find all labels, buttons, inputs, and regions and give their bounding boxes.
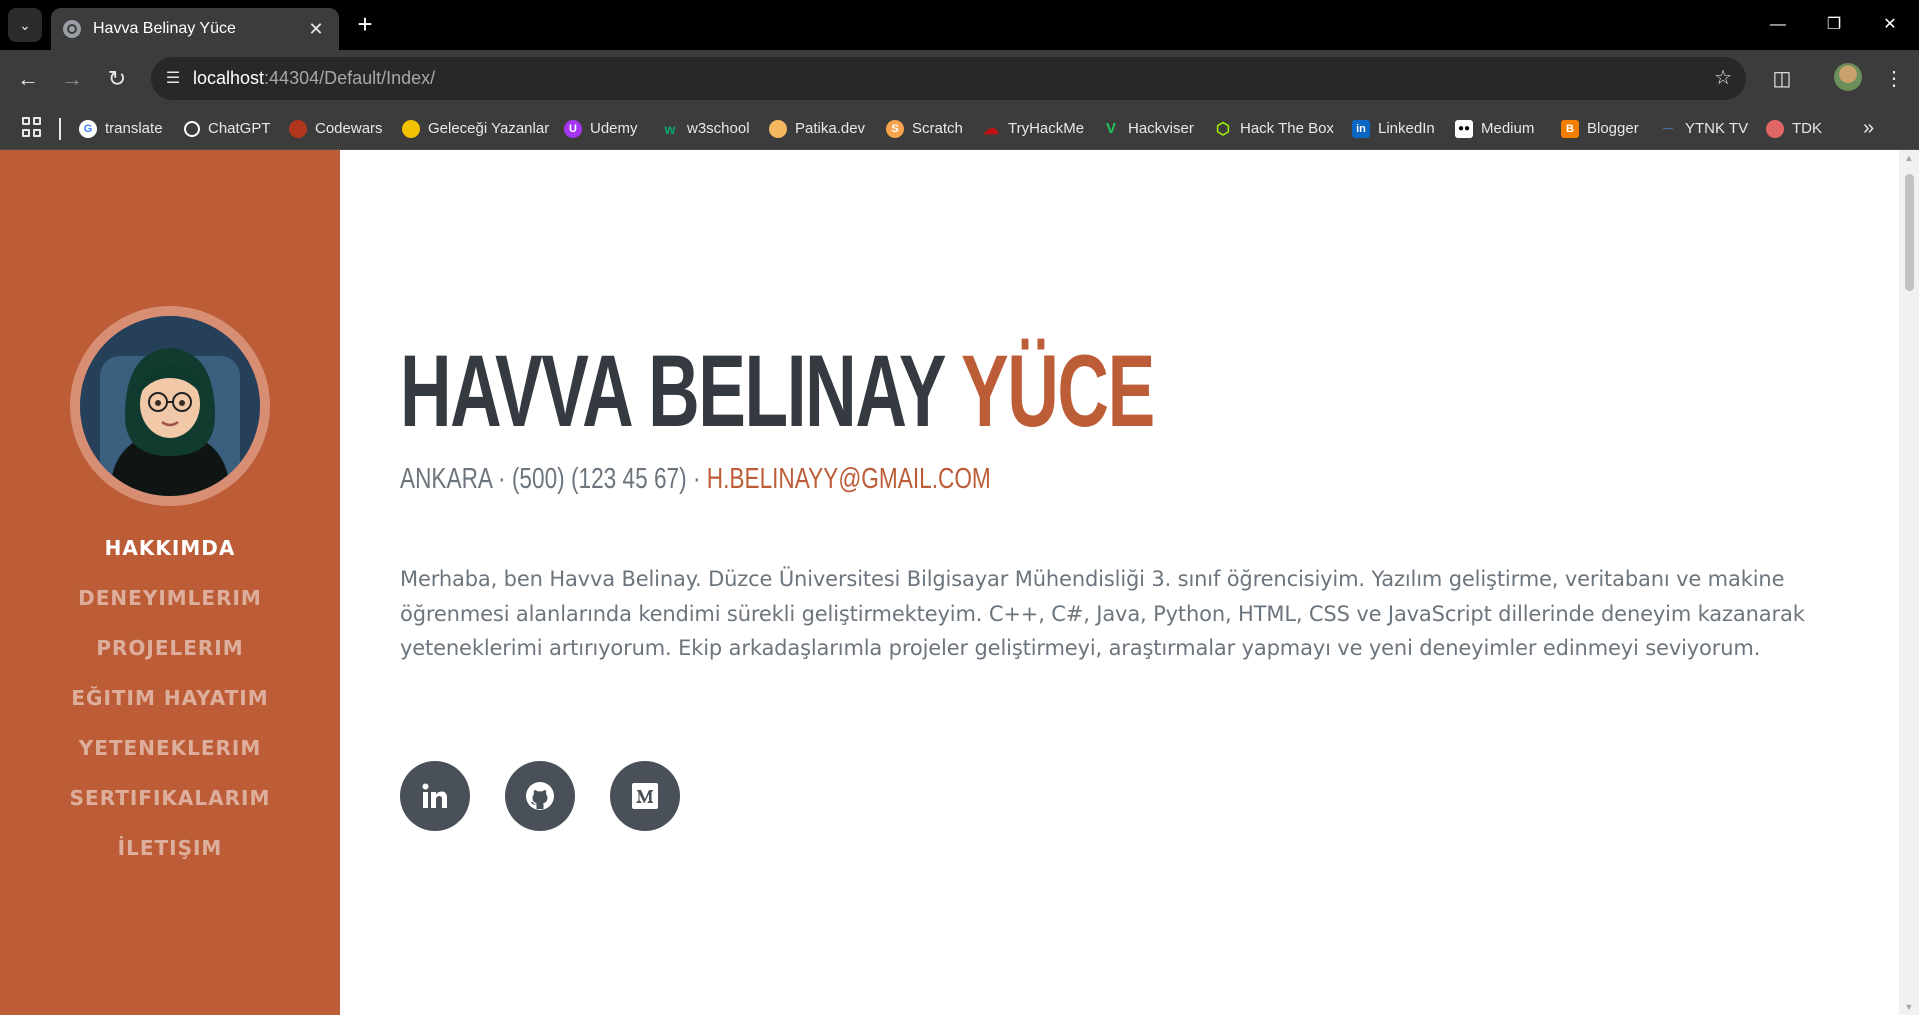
bookmark-hackviser[interactable]: V Hackviser (1102, 107, 1194, 150)
url-text[interactable]: localhost:44304/Default/Index/ (193, 68, 435, 89)
avatar (80, 316, 260, 496)
location-phone: Ankara · (500) (123 45 67) · (400, 463, 707, 495)
patika-icon (769, 119, 787, 138)
bookmark-udemy[interactable]: U Udemy (564, 107, 638, 150)
bio-text: Merhaba, ben Havva Belinay. Düzce Üniver… (400, 567, 1805, 660)
bookmarks-divider (59, 118, 61, 140)
tab-strip: ⌄ Havva Belinay Yüce ✕ + — ❐ ✕ (0, 0, 1919, 50)
profile-avatar[interactable] (1834, 63, 1862, 91)
w3school-icon: w (664, 120, 676, 137)
url-host: localhost (193, 68, 265, 88)
nav-item-sertifikalarim[interactable]: Sertifikalarım (0, 773, 340, 823)
bookmark-hackthebox[interactable]: ⬡ Hack The Box (1214, 107, 1334, 150)
active-tab[interactable]: Havva Belinay Yüce ✕ (51, 8, 339, 50)
bookmark-ytnk-tv[interactable]: — YTNK TV (1659, 107, 1748, 150)
bookmark-scratch[interactable]: S Scratch (886, 107, 963, 150)
sidebar: Hakkımda Deneyimlerim Projelerim Eğitim … (0, 150, 340, 1015)
about-section: Havva Belinay Yüce Ankara · (500) (123 4… (340, 150, 1899, 1015)
nav-item-yeteneklerim[interactable]: Yeteneklerim (0, 723, 340, 773)
address-bar[interactable]: ☰ localhost:44304/Default/Index/ ☆ (151, 57, 1746, 100)
bookmark-gelecegi-yazanlar[interactable]: Geleceği Yazanlar (402, 107, 549, 150)
codewars-icon (289, 119, 307, 138)
arrow-right-icon: → (61, 66, 83, 91)
linkedin-icon: in (1352, 119, 1370, 138)
reload-icon: ↻ (107, 66, 127, 91)
ytnk-icon: — (1663, 123, 1673, 134)
url-path: :44304/Default/Index/ (264, 68, 436, 88)
browser-toolbar: ← → ↻ ☰ localhost:44304/Default/Index/ ☆… (0, 50, 1919, 107)
back-button[interactable]: ← (12, 63, 44, 95)
linkedin-social-button[interactable] (400, 761, 470, 831)
nav-item-projelerim[interactable]: Projelerim (0, 623, 340, 673)
close-window-button[interactable]: ✕ (1870, 10, 1910, 40)
page-scrollbar[interactable]: ▲ ▼ (1899, 150, 1919, 1015)
bookmark-w3school[interactable]: w w3school (661, 107, 750, 150)
tryhackme-icon: ☁ (983, 120, 999, 138)
scrollbar-thumb[interactable] (1905, 174, 1914, 291)
page-viewport: Hakkımda Deneyimlerim Projelerim Eğitim … (0, 150, 1919, 1015)
bookmark-patika[interactable]: Patika.dev (769, 107, 865, 150)
linkedin-icon (422, 783, 447, 808)
last-name: Yüce (961, 334, 1155, 448)
first-name: Havva Belinay (400, 334, 945, 448)
page-title: Havva Belinay Yüce (400, 340, 1155, 442)
sidebar-nav: Hakkımda Deneyimlerim Projelerim Eğitim … (0, 523, 340, 873)
bookmarks-bar: Gtranslate ChatGPT Codewars Geleceği Yaz… (0, 107, 1919, 150)
bookmark-translate[interactable]: Gtranslate (79, 107, 163, 150)
blogger-icon: B (1561, 119, 1579, 138)
nav-item-hakkimda[interactable]: Hakkımda (0, 523, 340, 573)
menu-icon[interactable]: ⋮ (1878, 63, 1910, 95)
scroll-down-icon[interactable]: ▼ (1904, 1002, 1914, 1012)
bookmark-linkedin[interactable]: in LinkedIn (1352, 107, 1435, 150)
bookmark-star-icon[interactable]: ☆ (1714, 57, 1732, 100)
restore-button[interactable]: ❐ (1814, 10, 1854, 40)
tab-title: Havva Belinay Yüce (93, 20, 236, 37)
apps-icon[interactable] (22, 117, 42, 137)
bookmark-tryhackme[interactable]: ☁ TryHackMe (982, 107, 1084, 150)
avatar-frame (70, 306, 270, 506)
bookmark-chatgpt[interactable]: ChatGPT (184, 107, 271, 150)
google-icon: G (79, 119, 97, 138)
medium-social-button[interactable] (610, 761, 680, 831)
new-tab-button[interactable]: + (350, 10, 380, 40)
github-icon (526, 782, 554, 810)
chatgpt-icon (184, 120, 200, 137)
nav-item-iletisim[interactable]: İletişim (0, 823, 340, 873)
github-social-button[interactable] (505, 761, 575, 831)
gelecegi-yazanlar-icon (402, 119, 420, 138)
bookmark-codewars[interactable]: Codewars (289, 107, 383, 150)
nav-item-egitim-hayatim[interactable]: Eğitim Hayatım (0, 673, 340, 723)
close-tab-icon[interactable]: ✕ (305, 19, 327, 40)
tab-search-button[interactable]: ⌄ (8, 8, 42, 42)
reload-button[interactable]: ↻ (101, 63, 133, 95)
medium-icon (632, 783, 658, 809)
email-link[interactable]: h.belinayy@gmail.com (707, 463, 991, 495)
more-bookmarks-icon[interactable]: » (1863, 107, 1874, 150)
nav-item-deneyimlerim[interactable]: Deneyimlerim (0, 573, 340, 623)
bookmark-medium[interactable]: ●● Medium (1455, 107, 1534, 150)
medium-icon: ●● (1455, 119, 1473, 138)
extensions-icon[interactable]: ◫ (1766, 63, 1798, 95)
arrow-left-icon: ← (17, 66, 39, 91)
globe-icon (63, 20, 81, 38)
bookmark-tdk[interactable]: TDK (1766, 107, 1822, 150)
contact-line: Ankara · (500) (123 45 67) · h.belinayy@… (400, 462, 991, 496)
site-info-icon[interactable]: ☰ (153, 57, 193, 100)
bookmark-blogger[interactable]: B Blogger (1561, 107, 1639, 150)
scroll-up-icon[interactable]: ▲ (1904, 153, 1914, 163)
chevron-down-icon: ⌄ (19, 16, 31, 33)
minimize-button[interactable]: — (1758, 10, 1798, 40)
udemy-icon: U (564, 119, 582, 138)
hackviser-icon: V (1105, 120, 1116, 137)
scratch-icon: S (886, 119, 904, 138)
forward-button[interactable]: → (56, 63, 88, 95)
tdk-icon (1766, 119, 1784, 138)
hackthebox-icon: ⬡ (1216, 120, 1230, 138)
